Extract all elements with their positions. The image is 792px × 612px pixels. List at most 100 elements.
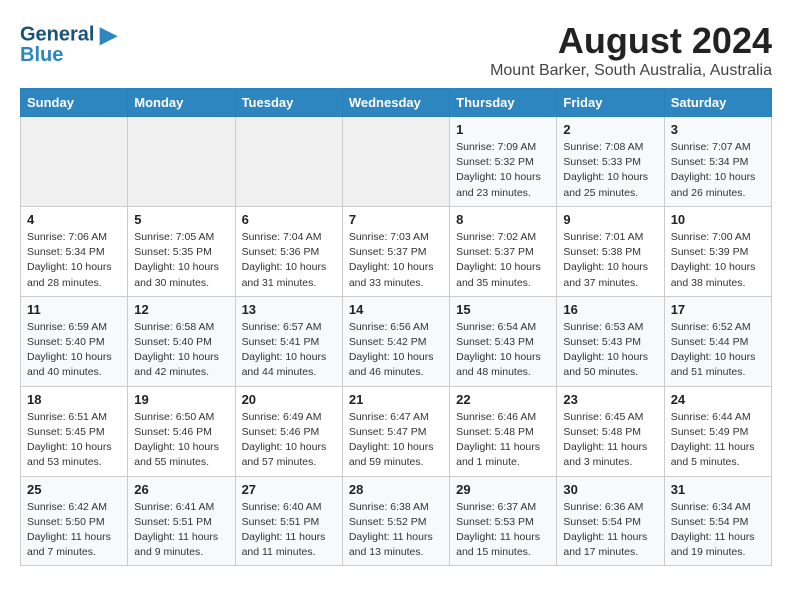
day-number: 23: [563, 392, 657, 407]
logo-bird-icon: ▶: [100, 22, 117, 47]
day-info: Sunrise: 7:02 AM Sunset: 5:37 PM Dayligh…: [456, 230, 550, 291]
day-number: 18: [27, 392, 121, 407]
day-number: 17: [671, 302, 765, 317]
day-info: Sunrise: 7:08 AM Sunset: 5:33 PM Dayligh…: [563, 140, 657, 201]
calendar-cell: 27 Sunrise: 6:40 AM Sunset: 5:51 PM Dayli…: [235, 476, 342, 566]
calendar-cell: 13Sunrise: 6:57 AM Sunset: 5:41 PM Dayli…: [235, 296, 342, 386]
calendar-cell: 19Sunrise: 6:50 AM Sunset: 5:46 PM Dayli…: [128, 386, 235, 476]
calendar-cell: 31 Sunrise: 6:34 AM Sunset: 5:54 PM Dayli…: [664, 476, 771, 566]
day-number: 10: [671, 212, 765, 227]
day-info: Sunrise: 6:47 AM Sunset: 5:47 PM Dayligh…: [349, 410, 443, 471]
day-info: Sunrise: 6:58 AM Sunset: 5:40 PM Dayligh…: [134, 320, 228, 381]
day-info: Sunrise: 6:34 AM Sunset: 5:54 PM Dayligh…: [671, 500, 765, 561]
calendar-title: August 2024: [20, 20, 772, 62]
day-number: 12: [134, 302, 228, 317]
day-info: Sunrise: 7:00 AM Sunset: 5:39 PM Dayligh…: [671, 230, 765, 291]
day-info: Sunrise: 7:05 AM Sunset: 5:35 PM Dayligh…: [134, 230, 228, 291]
day-number: 3: [671, 122, 765, 137]
day-number: 6: [242, 212, 336, 227]
day-info: Sunrise: 6:46 AM Sunset: 5:48 PM Dayligh…: [456, 410, 550, 471]
calendar-cell: 23 Sunrise: 6:45 AM Sunset: 5:48 PM Dayli…: [557, 386, 664, 476]
day-number: 27: [242, 482, 336, 497]
day-info: Sunrise: 6:44 AM Sunset: 5:49 PM Dayligh…: [671, 410, 765, 471]
calendar-cell: 18Sunrise: 6:51 AM Sunset: 5:45 PM Dayli…: [21, 386, 128, 476]
calendar-cell: 20 Sunrise: 6:49 AM Sunset: 5:46 PM Dayli…: [235, 386, 342, 476]
calendar-cell: 25 Sunrise: 6:42 AM Sunset: 5:50 PM Dayli…: [21, 476, 128, 566]
day-number: 14: [349, 302, 443, 317]
day-number: 5: [134, 212, 228, 227]
day-header-saturday: Saturday: [664, 89, 771, 117]
calendar-cell: 3 Sunrise: 7:07 AM Sunset: 5:34 PM Daylig…: [664, 117, 771, 207]
day-info: Sunrise: 6:42 AM Sunset: 5:50 PM Dayligh…: [27, 500, 121, 561]
day-info: Sunrise: 6:53 AM Sunset: 5:43 PM Dayligh…: [563, 320, 657, 381]
day-info: Sunrise: 6:36 AM Sunset: 5:54 PM Dayligh…: [563, 500, 657, 561]
day-number: 29: [456, 482, 550, 497]
calendar-cell: 26 Sunrise: 6:41 AM Sunset: 5:51 PM Dayli…: [128, 476, 235, 566]
week-row-5: 25 Sunrise: 6:42 AM Sunset: 5:50 PM Dayli…: [21, 476, 772, 566]
day-number: 2: [563, 122, 657, 137]
day-number: 21: [349, 392, 443, 407]
calendar-cell: 1 Sunrise: 7:09 AM Sunset: 5:32 PM Daylig…: [450, 117, 557, 207]
day-number: 22: [456, 392, 550, 407]
day-info: Sunrise: 7:06 AM Sunset: 5:34 PM Dayligh…: [27, 230, 121, 291]
logo: General ▶ Blue: [20, 24, 117, 67]
day-number: 19: [134, 392, 228, 407]
calendar-cell: [128, 117, 235, 207]
day-number: 20: [242, 392, 336, 407]
day-number: 24: [671, 392, 765, 407]
logo-blue: Blue: [20, 44, 63, 67]
day-info: Sunrise: 6:37 AM Sunset: 5:53 PM Dayligh…: [456, 500, 550, 561]
week-row-4: 18Sunrise: 6:51 AM Sunset: 5:45 PM Dayli…: [21, 386, 772, 476]
calendar-cell: [342, 117, 449, 207]
day-number: 30: [563, 482, 657, 497]
day-info: Sunrise: 6:57 AM Sunset: 5:41 PM Dayligh…: [242, 320, 336, 381]
day-info: Sunrise: 6:45 AM Sunset: 5:48 PM Dayligh…: [563, 410, 657, 471]
day-info: Sunrise: 6:49 AM Sunset: 5:46 PM Dayligh…: [242, 410, 336, 471]
day-number: 16: [563, 302, 657, 317]
day-info: Sunrise: 7:04 AM Sunset: 5:36 PM Dayligh…: [242, 230, 336, 291]
day-number: 7: [349, 212, 443, 227]
calendar-cell: 16 Sunrise: 6:53 AM Sunset: 5:43 PM Dayli…: [557, 296, 664, 386]
calendar-cell: 12 Sunrise: 6:58 AM Sunset: 5:40 PM Dayli…: [128, 296, 235, 386]
calendar-cell: 29 Sunrise: 6:37 AM Sunset: 5:53 PM Dayli…: [450, 476, 557, 566]
day-header-monday: Monday: [128, 89, 235, 117]
day-number: 26: [134, 482, 228, 497]
calendar-cell: 6 Sunrise: 7:04 AM Sunset: 5:36 PM Daylig…: [235, 206, 342, 296]
calendar-cell: 17Sunrise: 6:52 AM Sunset: 5:44 PM Dayli…: [664, 296, 771, 386]
calendar-cell: 30 Sunrise: 6:36 AM Sunset: 5:54 PM Dayli…: [557, 476, 664, 566]
day-info: Sunrise: 6:40 AM Sunset: 5:51 PM Dayligh…: [242, 500, 336, 561]
day-info: Sunrise: 7:07 AM Sunset: 5:34 PM Dayligh…: [671, 140, 765, 201]
day-info: Sunrise: 6:56 AM Sunset: 5:42 PM Dayligh…: [349, 320, 443, 381]
week-row-2: 4 Sunrise: 7:06 AM Sunset: 5:34 PM Daylig…: [21, 206, 772, 296]
days-header-row: SundayMondayTuesdayWednesdayThursdayFrid…: [21, 89, 772, 117]
calendar-cell: 22 Sunrise: 6:46 AM Sunset: 5:48 PM Dayli…: [450, 386, 557, 476]
day-info: Sunrise: 6:54 AM Sunset: 5:43 PM Dayligh…: [456, 320, 550, 381]
calendar-cell: 11 Sunrise: 6:59 AM Sunset: 5:40 PM Dayli…: [21, 296, 128, 386]
day-number: 25: [27, 482, 121, 497]
day-info: Sunrise: 6:41 AM Sunset: 5:51 PM Dayligh…: [134, 500, 228, 561]
calendar-cell: 5 Sunrise: 7:05 AM Sunset: 5:35 PM Daylig…: [128, 206, 235, 296]
day-header-sunday: Sunday: [21, 89, 128, 117]
day-info: Sunrise: 6:38 AM Sunset: 5:52 PM Dayligh…: [349, 500, 443, 561]
day-info: Sunrise: 6:59 AM Sunset: 5:40 PM Dayligh…: [27, 320, 121, 381]
day-number: 15: [456, 302, 550, 317]
day-number: 11: [27, 302, 121, 317]
day-info: Sunrise: 7:09 AM Sunset: 5:32 PM Dayligh…: [456, 140, 550, 201]
calendar-cell: 21 Sunrise: 6:47 AM Sunset: 5:47 PM Dayli…: [342, 386, 449, 476]
day-number: 31: [671, 482, 765, 497]
day-info: Sunrise: 7:03 AM Sunset: 5:37 PM Dayligh…: [349, 230, 443, 291]
calendar-cell: 24 Sunrise: 6:44 AM Sunset: 5:49 PM Dayli…: [664, 386, 771, 476]
calendar-cell: 4 Sunrise: 7:06 AM Sunset: 5:34 PM Daylig…: [21, 206, 128, 296]
day-number: 1: [456, 122, 550, 137]
calendar-subtitle: Mount Barker, South Australia, Australia: [20, 62, 772, 80]
day-number: 8: [456, 212, 550, 227]
calendar-cell: 8 Sunrise: 7:02 AM Sunset: 5:37 PM Daylig…: [450, 206, 557, 296]
calendar-cell: 15 Sunrise: 6:54 AM Sunset: 5:43 PM Dayli…: [450, 296, 557, 386]
day-header-wednesday: Wednesday: [342, 89, 449, 117]
calendar-cell: [21, 117, 128, 207]
day-number: 4: [27, 212, 121, 227]
day-header-thursday: Thursday: [450, 89, 557, 117]
calendar-header: August 2024 Mount Barker, South Australi…: [20, 20, 772, 80]
week-row-3: 11 Sunrise: 6:59 AM Sunset: 5:40 PM Dayli…: [21, 296, 772, 386]
calendar-cell: 2 Sunrise: 7:08 AM Sunset: 5:33 PM Daylig…: [557, 117, 664, 207]
